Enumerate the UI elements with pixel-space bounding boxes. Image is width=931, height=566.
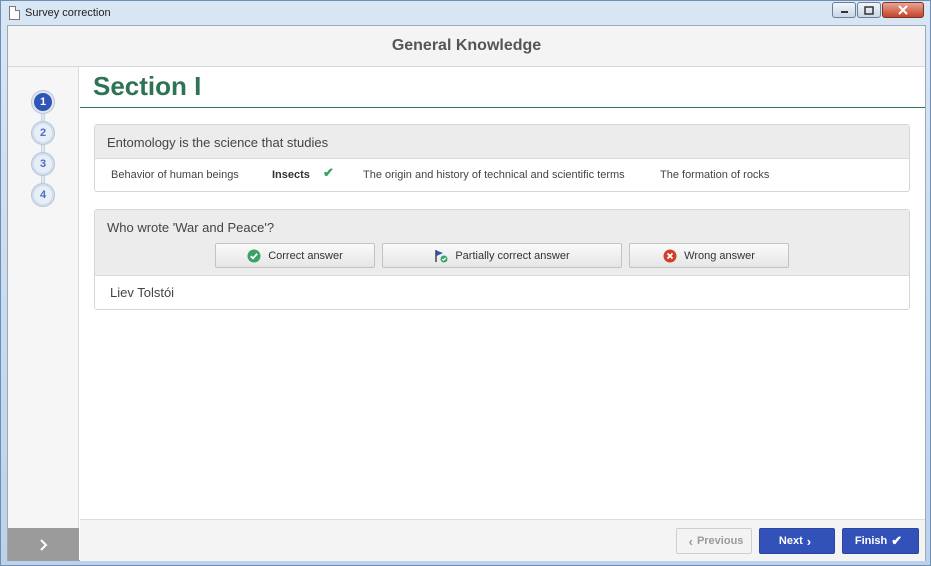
steps-rail bbox=[41, 101, 45, 194]
previous-button[interactable]: ‹ Previous bbox=[676, 528, 752, 554]
option-item[interactable]: Behavior of human beings bbox=[111, 169, 239, 181]
question-text: Entomology is the science that studies bbox=[107, 135, 329, 150]
finish-button[interactable]: Finish ✔ bbox=[842, 528, 919, 554]
close-button[interactable] bbox=[882, 2, 924, 18]
option-item[interactable]: The origin and history of technical and … bbox=[363, 169, 625, 181]
maximize-button[interactable] bbox=[857, 2, 881, 18]
main-content: Section I Entomology is the science that… bbox=[80, 67, 925, 519]
app-window: Survey correction General Knowledge 1 2 … bbox=[0, 0, 931, 566]
chevron-right-icon bbox=[39, 538, 47, 551]
section-divider bbox=[80, 107, 925, 108]
answer-text: Liev Tolstói bbox=[110, 285, 175, 300]
question-text: Who wrote 'War and Peace'? bbox=[107, 220, 275, 235]
wrong-answer-label: Wrong answer bbox=[684, 249, 755, 262]
step-3[interactable]: 3 bbox=[32, 153, 54, 175]
correct-answer-button[interactable]: Correct answer bbox=[215, 243, 375, 268]
step-4[interactable]: 4 bbox=[32, 184, 54, 206]
check-icon: ✔ bbox=[323, 165, 334, 180]
option-item-selected[interactable]: Insects bbox=[272, 169, 310, 181]
chevron-right-icon: › bbox=[806, 533, 812, 549]
minimize-button[interactable] bbox=[832, 2, 856, 18]
client-area: General Knowledge 1 2 3 4 Section I Ento… bbox=[7, 25, 926, 561]
question-card: Entomology is the science that studies B… bbox=[94, 124, 910, 192]
chevron-left-icon: ‹ bbox=[688, 533, 693, 549]
maximize-icon bbox=[864, 5, 874, 15]
x-circle-icon bbox=[663, 249, 677, 263]
correct-answer-label: Correct answer bbox=[268, 249, 343, 262]
section-title: Section I bbox=[93, 71, 202, 101]
option-item[interactable]: The formation of rocks bbox=[660, 169, 769, 181]
next-label: Next bbox=[778, 535, 803, 547]
window-title: Survey correction bbox=[25, 7, 111, 19]
document-icon bbox=[9, 6, 20, 20]
check-icon: ✔ bbox=[891, 533, 903, 548]
partially-correct-label: Partially correct answer bbox=[455, 249, 570, 262]
title-bar[interactable]: Survey correction bbox=[1, 1, 930, 25]
close-icon bbox=[898, 5, 908, 15]
sidebar: 1 2 3 4 bbox=[8, 67, 79, 561]
previous-label: Previous bbox=[696, 535, 744, 547]
minimize-icon bbox=[840, 11, 848, 13]
question-header: Entomology is the science that studies bbox=[95, 125, 909, 159]
sidebar-expand-button[interactable] bbox=[8, 528, 79, 561]
options-row: Behavior of human beings Insects ✔ The o… bbox=[95, 159, 909, 191]
step-2[interactable]: 2 bbox=[32, 122, 54, 144]
next-button[interactable]: Next › bbox=[759, 528, 835, 554]
partially-correct-button[interactable]: Partially correct answer bbox=[382, 243, 622, 268]
finish-label: Finish bbox=[854, 535, 888, 547]
survey-title: General Knowledge bbox=[391, 37, 542, 54]
question-header: Who wrote 'War and Peace'? Correct answe… bbox=[95, 210, 909, 276]
footer-bar: ‹ Previous Next › Finish ✔ bbox=[80, 519, 925, 561]
flag-check-icon bbox=[434, 249, 448, 263]
question-card: Who wrote 'War and Peace'? Correct answe… bbox=[94, 209, 910, 310]
wrong-answer-button[interactable]: Wrong answer bbox=[629, 243, 789, 268]
check-circle-icon bbox=[247, 249, 261, 263]
step-1[interactable]: 1 bbox=[32, 91, 54, 113]
window-controls bbox=[831, 2, 924, 18]
survey-header: General Knowledge bbox=[8, 26, 925, 67]
